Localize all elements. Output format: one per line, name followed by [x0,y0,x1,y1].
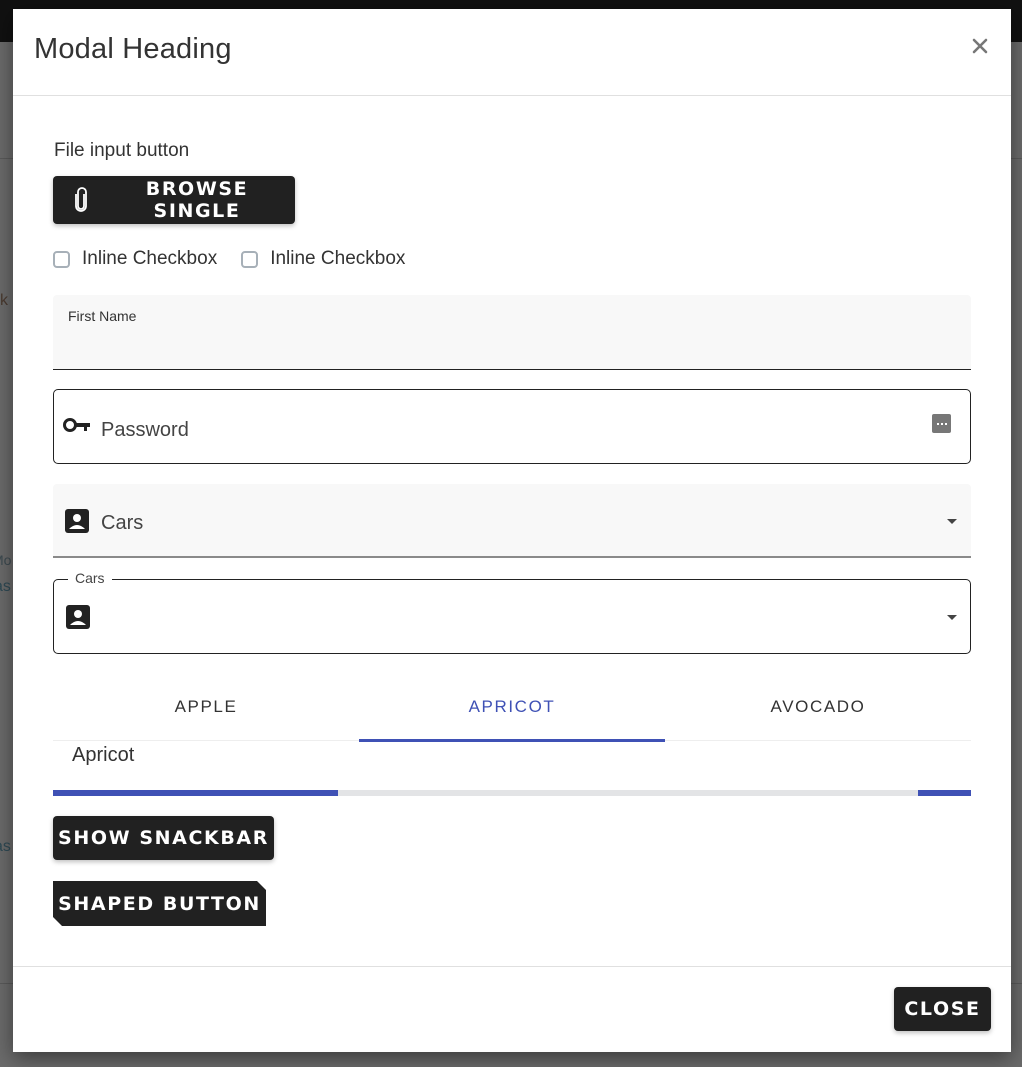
close-button[interactable]: CLOSE [894,987,991,1031]
first-name-label: First Name [68,308,137,324]
cars-select-outlined[interactable]: Cars [53,570,971,654]
modal-dialog: Modal Heading File input button BROWSE S… [13,9,1011,1052]
fruit-tabs: APPLE APRICOT AVOCADO [53,674,971,742]
chevron-down-icon [947,519,957,524]
first-name-field[interactable]: First Name [53,295,971,370]
browse-single-label: BROWSE SINGLE [145,178,249,222]
progress-segment [917,790,971,796]
paperclip-icon [73,187,89,213]
cars-select-value: Cars [101,512,144,534]
browse-single-button[interactable]: BROWSE SINGLE [53,176,295,224]
checkbox-label: Inline Checkbox [270,248,406,269]
backdrop-text: Mo [0,552,12,568]
file-input-label: File input button [54,140,190,161]
tab-avocado[interactable]: AVOCADO [665,674,971,740]
cars-select-label: Cars [68,570,112,586]
shaped-button[interactable]: SHAPED BUTTON [53,881,266,926]
checkbox[interactable] [53,250,70,268]
tab-apple[interactable]: APPLE [53,674,359,740]
inline-checkbox-1[interactable]: Inline Checkbox [53,248,217,270]
password-manager-icon[interactable] [932,414,951,433]
checkbox[interactable] [241,250,259,268]
password-placeholder: Password [101,419,189,441]
modal-header: Modal Heading [13,9,1011,96]
backdrop-text: as [0,838,11,855]
tab-apricot[interactable]: APRICOT [359,674,665,742]
backdrop-text: ck [0,292,8,309]
show-snackbar-button[interactable]: SHOW SNACKBAR [53,816,274,860]
tab-content: Apricot [72,744,135,766]
chevron-down-icon [947,615,957,620]
account-box-icon [66,605,90,634]
progress-segment [53,790,338,796]
backdrop-text: as [0,578,11,595]
account-box-icon [65,509,89,538]
close-icon[interactable] [969,35,991,57]
cars-select-filled[interactable]: Cars [53,484,971,558]
modal-title: Modal Heading [34,33,232,65]
inline-checkbox-group: Inline Checkbox Inline Checkbox [53,248,429,270]
progress-bar [53,790,971,796]
key-icon [63,417,91,438]
modal-footer-divider [13,966,1011,967]
inline-checkbox-2[interactable]: Inline Checkbox [241,248,405,270]
password-field[interactable]: Password [53,389,971,464]
checkbox-label: Inline Checkbox [82,248,218,269]
